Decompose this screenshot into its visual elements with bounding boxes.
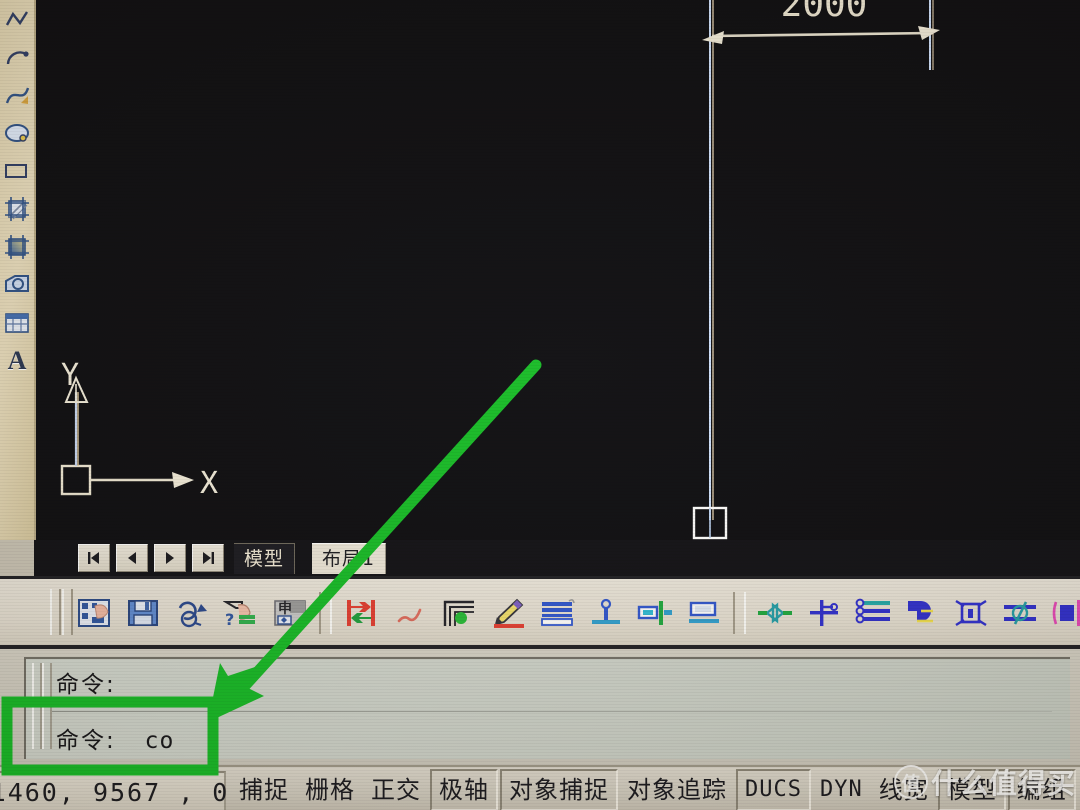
command-line-separator [52,711,1052,712]
status-label-ducs: DUCS [745,777,802,802]
ucs-y-label: Y [61,358,79,393]
region-icon[interactable] [0,266,34,304]
command-grip-2[interactable] [42,663,52,749]
new-drawing-icon[interactable] [74,589,114,637]
status-label-grid: 栅格 [305,776,355,804]
ellipse-icon[interactable] [0,114,34,152]
dimension-style-icon[interactable] [1049,589,1080,637]
dimension-line [711,31,933,38]
status-button-osnap[interactable]: 对象捕捉 [500,769,618,810]
tolerance-icon[interactable] [951,589,991,637]
first-tab-button[interactable] [78,544,110,572]
tab-layout1[interactable]: 布局1 [312,543,387,574]
command-text-area[interactable]: 命令: 命令: co [24,657,1070,759]
polyline-icon[interactable] [0,0,34,38]
properties-icon[interactable]: 申 [270,589,310,637]
command-prompt-1: 命令: [56,728,116,754]
autocad-window: 2000 Y X A 模型 布局1 ? 申 命令: 命令: co 1460, 9… [0,0,1080,810]
help-icon[interactable]: ? [221,589,261,637]
layout-tab-strip[interactable]: 模型 布局1 [34,540,1080,576]
status-button-snap[interactable]: 捕捉 [232,769,296,810]
arc-icon[interactable] [0,38,34,76]
command-history-line-0: 命令: [56,665,116,699]
watermark-logo-text: 值 [901,772,921,795]
command-active-line[interactable]: 命令: co [56,721,174,755]
toolbar-grip[interactable] [50,589,61,635]
status-button-grid[interactable]: 栅格 [298,769,362,810]
watermark-logo: 值 [893,765,928,799]
status-label-otrack: 对象追踪 [627,776,727,804]
coordinate-value: 1460, 9567 , 0 [0,777,230,807]
tab-layout1-label: 布局1 [322,547,376,570]
coordinate-display[interactable]: 1460, 9567 , 0 [0,771,230,810]
draw-modify-toolbar[interactable]: A [0,0,36,540]
angular-dimension-icon[interactable] [804,589,844,637]
dimension-edit-icon[interactable] [1000,589,1040,637]
status-button-otrack[interactable]: 对象追踪 [620,769,734,810]
command-input-text: co [144,728,175,754]
baseline-dimension-icon[interactable] [635,589,675,637]
status-label-polar: 极轴 [439,776,489,804]
redo-undo-icon[interactable] [172,589,212,637]
aligned-dimension-icon[interactable] [586,589,626,637]
command-grip[interactable] [32,663,42,749]
dimension-text: 2000 [781,0,868,25]
insert-block-icon[interactable] [0,152,34,190]
ucs-x-label: X [200,466,218,501]
leader-icon[interactable] [902,589,942,637]
tab-model[interactable]: 模型 [234,543,296,574]
last-tab-button[interactable] [192,544,224,572]
status-button-dyn[interactable]: DYN [813,769,870,810]
drawing-area[interactable]: 2000 Y X [34,0,1080,540]
offset-icon[interactable] [439,589,479,637]
text-icon[interactable]: A [0,342,34,380]
status-button-ducs[interactable]: DUCS [736,769,811,810]
spline-icon[interactable] [0,76,34,114]
status-label-osnap: 对象捕捉 [509,776,609,804]
edit-pencil-icon[interactable] [488,589,528,637]
status-label-ortho: 正交 [371,776,421,804]
ordinate-dimension-icon[interactable] [853,589,893,637]
tab-model-label: 模型 [244,547,285,570]
command-window-top-border [0,645,1080,649]
quick-dimension-icon[interactable] [755,589,795,637]
command-prompt-0: 命令: [56,672,116,698]
ucs-icon: Y X [60,358,218,501]
linear-dimension-icon[interactable] [537,589,577,637]
status-label-snap: 捕捉 [239,776,289,804]
status-button-polar[interactable]: 极轴 [430,769,498,810]
command-window[interactable]: 命令: 命令: co [0,645,1080,765]
prev-tab-button[interactable] [116,544,148,572]
watermark: 值 什么值得买 [893,762,1076,802]
toolbar-separator-2 [733,592,746,634]
watermark-text: 什么值得买 [930,767,1076,800]
toolbar-grip-2[interactable] [62,589,73,635]
status-label-dyn: DYN [819,777,863,802]
svg-text:申: 申 [278,600,292,617]
save-icon[interactable] [123,589,163,637]
quick-leader-icon[interactable] [341,589,381,637]
toolbar-separator [319,592,332,634]
hatch-icon[interactable] [0,190,34,228]
continue-dimension-icon[interactable] [684,589,724,637]
revision-cloud-icon[interactable] [390,589,430,637]
svg-text:?: ? [225,610,234,629]
table-icon[interactable] [0,304,34,342]
status-button-ortho[interactable]: 正交 [364,769,428,810]
next-tab-button[interactable] [154,544,186,572]
gradient-icon[interactable] [0,228,34,266]
standard-toolbar[interactable]: ? 申 [0,576,1080,648]
